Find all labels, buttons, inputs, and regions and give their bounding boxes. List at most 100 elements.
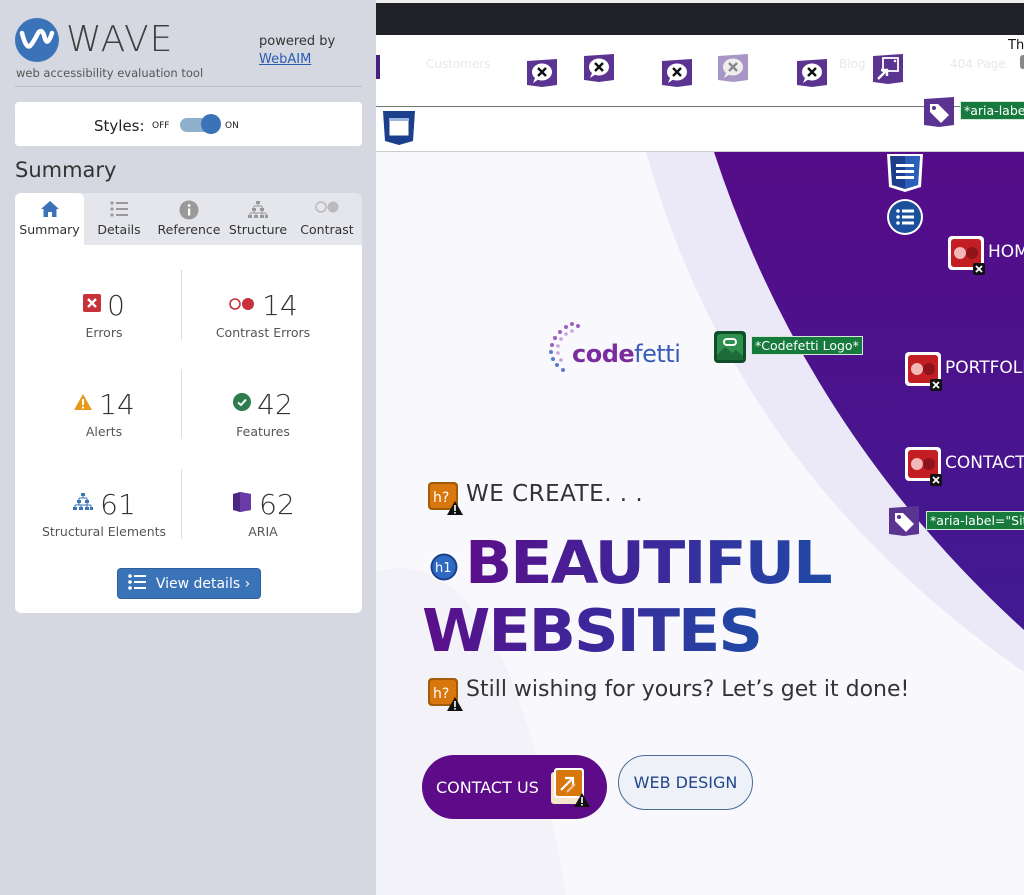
- stat-contrast-errors[interactable]: 14 Contrast Errors: [183, 288, 343, 341]
- tab-label: Contrast: [300, 222, 354, 237]
- aria-label-icon[interactable]: [923, 96, 955, 132]
- aria-label-icon[interactable]: [888, 505, 920, 541]
- styles-toggle-panel: Styles: OFF ON: [15, 102, 362, 146]
- tab-label: Reference: [157, 222, 221, 237]
- nav-left-marker: [376, 55, 380, 79]
- possible-heading-alert-icon[interactable]: h?: [428, 482, 464, 520]
- hero-kicker: WE CREATE. . .: [466, 481, 644, 507]
- tab-reference[interactable]: Reference: [154, 193, 224, 245]
- contrast-error-badge[interactable]: [904, 351, 944, 395]
- aria-error-icon[interactable]: [583, 53, 615, 87]
- aria-icon: [231, 491, 253, 517]
- tab-label: Structure: [228, 222, 288, 237]
- wave-sidebar: WAVE web accessibility evaluation tool p…: [0, 0, 376, 895]
- styles-label: Styles:: [94, 117, 145, 135]
- wave-logo-icon: [15, 18, 59, 62]
- list-icon: [84, 193, 154, 219]
- page-topbar: [376, 0, 1024, 35]
- styles-toggle-knob[interactable]: [201, 114, 221, 134]
- view-details-button[interactable]: View details ›: [117, 568, 261, 599]
- structure-icon: [72, 493, 94, 515]
- tab-label: Summary: [19, 222, 80, 237]
- stat-label: Alerts: [85, 424, 123, 439]
- menu-item-home[interactable]: HOM: [988, 242, 1024, 262]
- web-design-button[interactable]: WEB DESIGN: [618, 755, 753, 810]
- stat-structural-elements[interactable]: 61 Structural Elements: [24, 487, 184, 540]
- nav-link-blog[interactable]: Blog: [839, 57, 866, 71]
- app-subtitle: web accessibility evaluation tool: [16, 66, 204, 80]
- stat-value: 14: [262, 288, 298, 322]
- aria-error-icon[interactable]: [661, 58, 693, 92]
- alert-icon: [73, 393, 93, 415]
- stat-value: 14: [99, 387, 135, 421]
- logo-wordmark-bold: code: [572, 340, 635, 368]
- header-region-icon[interactable]: [382, 110, 416, 150]
- stat-value: 0: [107, 288, 125, 322]
- hero-title-line-2: WEBSITES: [422, 595, 763, 666]
- contrast-icon: [292, 193, 362, 219]
- header-divider: [15, 86, 362, 87]
- heading-level-1-icon[interactable]: h1: [428, 551, 460, 587]
- possible-heading-alert-icon[interactable]: h?: [428, 678, 464, 716]
- tab-structure[interactable]: Structure: [224, 193, 292, 245]
- svg-text:h?: h?: [433, 490, 449, 506]
- aria-error-icon-faded[interactable]: [717, 53, 749, 87]
- feature-icon: [233, 393, 252, 415]
- stat-label: ARIA: [248, 524, 278, 539]
- unordered-list-icon[interactable]: [885, 197, 925, 241]
- error-icon: [83, 294, 102, 316]
- styles-off-label: OFF: [152, 121, 170, 131]
- aria-error-icon[interactable]: [796, 58, 828, 92]
- svg-text:h1: h1: [435, 561, 452, 576]
- section-title: Summary: [15, 158, 117, 182]
- stat-value: 42: [257, 387, 293, 421]
- stat-label: Errors: [85, 325, 123, 340]
- stat-alerts[interactable]: 14 Alerts: [24, 387, 184, 439]
- app-title: WAVE: [66, 19, 174, 60]
- home-icon: [15, 193, 84, 219]
- stat-label: Features: [236, 424, 290, 439]
- contrast-error-badge[interactable]: [904, 446, 944, 490]
- stat-value: 61: [100, 487, 136, 521]
- tab-contrast[interactable]: Contrast: [292, 193, 362, 245]
- stat-label: Structural Elements: [41, 524, 167, 539]
- hero-tagline: Still wishing for yours? Let’s get it do…: [466, 677, 910, 702]
- svg-text:h?: h?: [433, 686, 449, 702]
- partial-control[interactable]: [1020, 55, 1024, 69]
- aria-label-tag: *aria-labe: [960, 101, 1024, 120]
- stat-features[interactable]: 42 Features: [183, 387, 343, 439]
- stat-label: Contrast Errors: [215, 325, 311, 340]
- list-icon: [128, 573, 146, 594]
- nav-link-404[interactable]: 404 Page: [950, 57, 1006, 71]
- stat-errors[interactable]: 0 Errors: [24, 288, 184, 340]
- stat-value: 62: [259, 487, 295, 521]
- hierarchy-icon: [224, 193, 292, 219]
- contrast-error-badge[interactable]: [947, 235, 987, 279]
- view-details-label: View details ›: [155, 575, 251, 592]
- redundant-link-alert-icon[interactable]: [551, 768, 591, 812]
- panel-tabs: Summary Details Reference Structure Cont…: [15, 193, 362, 245]
- contact-us-label: CONTACT US: [436, 778, 539, 797]
- codefetti-logo[interactable]: codefetti: [542, 318, 712, 378]
- tab-summary[interactable]: Summary: [15, 193, 84, 245]
- logo-wordmark: codefetti: [572, 340, 681, 368]
- navigation-region-icon[interactable]: [885, 153, 925, 197]
- contrast-error-icon: [228, 296, 256, 315]
- menu-item-portfolio[interactable]: PORTFOLI: [945, 358, 1024, 378]
- webaim-link[interactable]: WebAIM: [259, 52, 311, 67]
- summary-panel: 0 Errors 14 Contrast Errors 14 Alerts 42…: [15, 245, 362, 613]
- hero-title-line-1: BEAUTIFUL: [465, 527, 833, 598]
- powered-by-text: powered by: [259, 34, 336, 49]
- nav-link-customers[interactable]: Customers: [426, 57, 491, 71]
- menu-item-contact[interactable]: CONTACT: [945, 453, 1024, 473]
- stat-aria[interactable]: 62 ARIA: [183, 487, 343, 539]
- logo-wordmark-light: fetti: [634, 340, 681, 368]
- tab-label: Details: [97, 222, 141, 237]
- partial-text: Th: [1008, 38, 1024, 53]
- linked-image-alt-icon[interactable]: [714, 331, 746, 367]
- tab-details[interactable]: Details: [84, 193, 154, 245]
- styles-on-label: ON: [225, 121, 239, 131]
- aria-expanded-icon[interactable]: [872, 53, 904, 89]
- aria-error-icon[interactable]: [526, 58, 558, 92]
- aria-label-tag: *aria-label="Sit: [926, 511, 1024, 530]
